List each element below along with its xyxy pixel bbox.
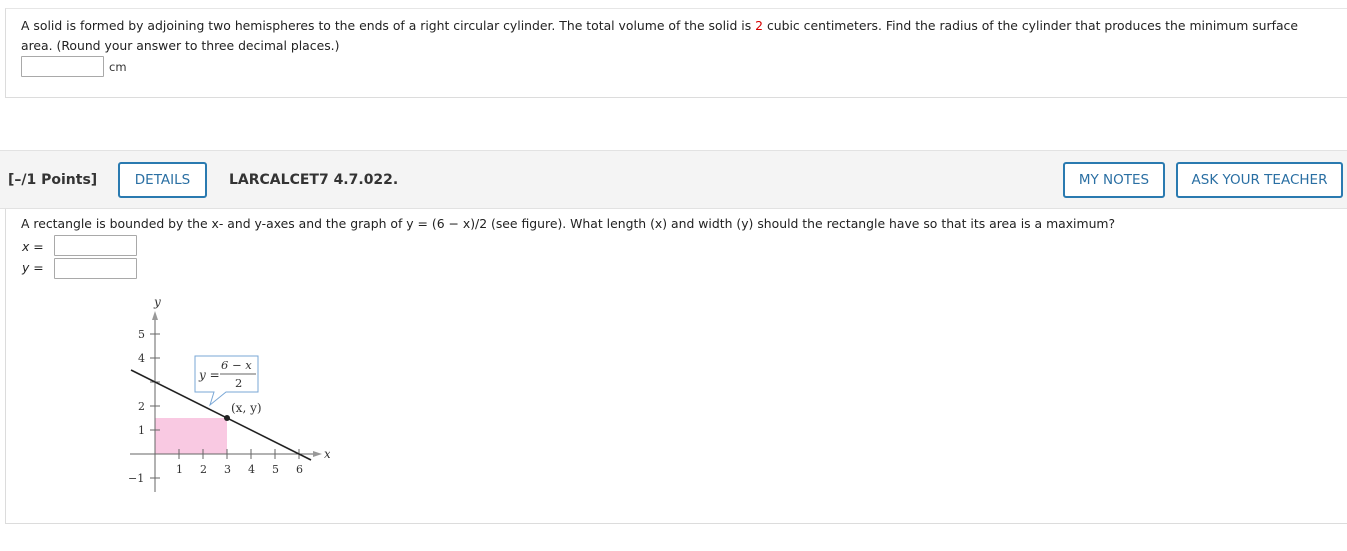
shaded-rectangle <box>155 418 227 454</box>
ask-your-teacher-button[interactable]: ASK YOUR TEACHER <box>1176 162 1343 198</box>
y-tick-label-neg1: −1 <box>128 472 144 485</box>
x-tick-label-3: 3 <box>224 463 231 476</box>
my-notes-button[interactable]: MY NOTES <box>1063 162 1165 198</box>
points-label: [–/1 Points] <box>8 172 98 188</box>
point-label: (x, y) <box>231 401 262 415</box>
x-tick-label-5: 5 <box>272 463 279 476</box>
y-axis-arrow <box>152 311 158 320</box>
rectangle-graph-figure: y x 5 4 2 1 −1 1 2 3 4 5 6 y = 6 − x 2 (… <box>128 295 330 492</box>
equation-lhs: y = <box>198 368 220 382</box>
x-axis-arrow <box>313 451 322 457</box>
details-button[interactable]: DETAILS <box>118 162 207 198</box>
x-tick-label-6: 6 <box>296 463 303 476</box>
x-axis-label: x <box>324 447 330 461</box>
x-answer-label: x = <box>22 239 44 254</box>
y-answer-label: y = <box>22 260 44 275</box>
volume-value: 2 <box>755 18 764 33</box>
question-id: LARCALCET7 4.7.022. <box>229 172 399 188</box>
y-tick-label-1: 1 <box>138 424 145 437</box>
equation-denominator: 2 <box>235 376 242 390</box>
x-tick-label-4: 4 <box>248 463 255 476</box>
question-1-panel: A solid is formed by adjoining two hemis… <box>5 8 1347 98</box>
radius-unit-label: cm <box>109 60 127 74</box>
y-axis-label: y <box>153 295 161 309</box>
question-1-text: A solid is formed by adjoining two hemis… <box>21 16 1331 56</box>
point-marker <box>224 415 230 421</box>
y-tick-label-4: 4 <box>138 352 145 365</box>
y-answer-input[interactable] <box>54 258 137 279</box>
radius-answer-input[interactable] <box>21 56 104 77</box>
question-2-text: A rectangle is bounded by the x- and y-a… <box>21 216 1116 231</box>
question-2-header: [–/1 Points] DETAILS LARCALCET7 4.7.022.… <box>0 150 1347 209</box>
x-tick-label-2: 2 <box>200 463 207 476</box>
question-1-text-start: A solid is formed by adjoining two hemis… <box>21 18 756 33</box>
y-tick-label-5: 5 <box>138 328 145 341</box>
equation-numerator: 6 − x <box>221 358 252 372</box>
x-tick-label-1: 1 <box>176 463 183 476</box>
y-tick-label-2: 2 <box>138 400 145 413</box>
x-answer-input[interactable] <box>54 235 137 256</box>
